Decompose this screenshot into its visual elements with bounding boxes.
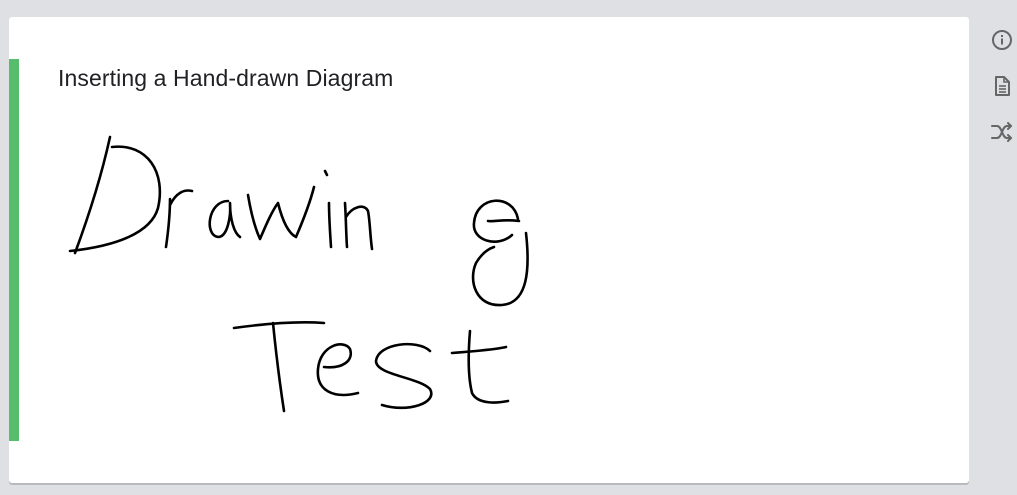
side-toolbar [988, 28, 1016, 166]
hand-drawn-diagram [68, 135, 529, 413]
handwritten-drawing-word [68, 135, 529, 307]
document-icon [995, 76, 1010, 96]
info-button[interactable] [988, 28, 1016, 52]
cell-title: Inserting a Hand-drawn Diagram [58, 65, 394, 91]
shuffle-icon [991, 122, 1012, 142]
info-icon [992, 30, 1012, 50]
handwritten-test-word [232, 320, 510, 413]
shuffle-button[interactable] [988, 120, 1016, 144]
notebook-cell[interactable]: Inserting a Hand-drawn Diagram [9, 17, 969, 483]
document-button[interactable] [988, 74, 1016, 98]
cell-accent-bar [9, 59, 19, 441]
